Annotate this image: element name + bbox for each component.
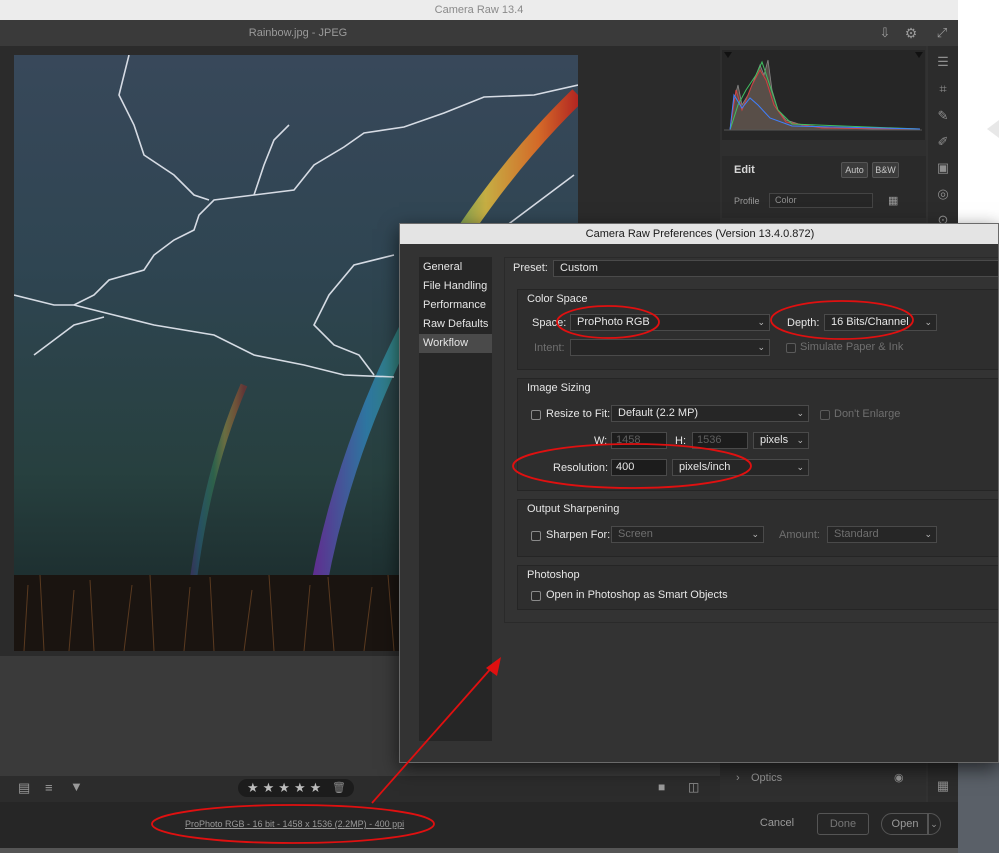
export-icon[interactable]: ⇩: [877, 25, 893, 41]
dont-enlarge-label: Don't Enlarge: [834, 408, 901, 420]
cancel-button[interactable]: Cancel: [754, 813, 800, 835]
amount-label: Amount:: [779, 529, 820, 541]
resolution-label: Resolution:: [553, 462, 609, 474]
intent-label: Intent:: [534, 342, 565, 354]
heal-icon[interactable]: ✎: [935, 108, 951, 124]
workflow-options-link[interactable]: ProPhoto RGB - 16 bit - 1458 x 1536 (2.2…: [185, 819, 404, 829]
resize-to-fit-checkbox[interactable]: [531, 410, 541, 420]
nav-item-workflow[interactable]: Workflow: [419, 334, 492, 353]
preset-select[interactable]: Custom: [553, 260, 998, 277]
resolution-input[interactable]: 400: [611, 459, 667, 476]
filmstrip: [0, 848, 958, 853]
preset-label: Preset:: [513, 262, 548, 274]
filmstrip-icon[interactable]: ▤: [18, 780, 30, 796]
output-sharpening-title: Output Sharpening: [527, 503, 620, 515]
single-view-icon[interactable]: ■: [658, 780, 665, 794]
output-sharpening-group: Output Sharpening Sharpen For: Screen ⌄ A…: [517, 499, 998, 557]
chevron-right-icon: ›: [736, 772, 740, 784]
nav-item-performance[interactable]: Performance: [419, 296, 492, 315]
optics-section[interactable]: › Optics ◉: [722, 768, 926, 790]
photoshop-title: Photoshop: [527, 569, 580, 581]
sort-icon[interactable]: ≡: [45, 780, 53, 795]
preferences-dialog: Camera Raw Preferences (Version 13.4.0.8…: [399, 223, 999, 763]
grid-view-icon[interactable]: ▦: [935, 778, 951, 794]
bottom-toolbar: ▤ ≡ ▼ ■ ◫: [0, 776, 720, 802]
smart-objects-checkbox[interactable]: [531, 591, 541, 601]
resize-label: Resize to Fit:: [546, 408, 611, 420]
color-space-title: Color Space: [527, 293, 588, 305]
amount-select[interactable]: Standard ⌄: [827, 526, 937, 543]
intent-select[interactable]: ⌄: [570, 339, 770, 356]
simulate-paper-label: Simulate Paper & Ink: [800, 341, 904, 353]
space-select[interactable]: ProPhoto RGB ⌄: [570, 314, 770, 331]
photoshop-group: Photoshop Open in Photoshop as Smart Obj…: [517, 565, 998, 610]
width-label: W:: [594, 435, 608, 447]
pointer-arrow-icon: [987, 120, 999, 138]
sharpen-for-checkbox[interactable]: [531, 531, 541, 541]
document-title: Rainbow.jpg - JPEG: [248, 27, 348, 39]
histogram: [722, 50, 925, 140]
rating-stars[interactable]: ★★★★★ 🗑: [238, 779, 354, 797]
background-thumbnail: [958, 760, 999, 853]
sliders-icon[interactable]: ☰: [935, 54, 951, 70]
radial-icon[interactable]: ◎: [935, 186, 951, 202]
size-units-select[interactable]: pixels ⌄: [753, 432, 809, 449]
brush-icon[interactable]: ✐: [935, 134, 951, 150]
nav-item-raw-defaults[interactable]: Raw Defaults: [419, 315, 492, 334]
height-input[interactable]: 1536: [692, 432, 748, 449]
color-space-group: Color Space Space: ProPhoto RGB ⌄ Depth: …: [517, 289, 998, 370]
optics-label: Optics: [751, 772, 783, 784]
bw-button[interactable]: B&W: [872, 162, 899, 178]
compare-icon[interactable]: ◫: [688, 780, 699, 794]
smart-objects-label: Open in Photoshop as Smart Objects: [546, 589, 728, 601]
eye-icon[interactable]: ◉: [894, 771, 904, 784]
trash-icon[interactable]: 🗑: [332, 779, 346, 797]
image-sizing-group: Image Sizing Resize to Fit: Default (2.2…: [517, 378, 998, 491]
nav-item-general[interactable]: General: [419, 258, 492, 277]
expand-icon[interactable]: ⤢: [934, 25, 950, 41]
dont-enlarge-checkbox[interactable]: [820, 410, 830, 420]
edit-section: Edit Auto B&W Profile Color ▦: [722, 156, 926, 218]
document-bar: Rainbow.jpg - JPEG ⇩ ⚙ ⤢: [0, 20, 958, 46]
depth-select[interactable]: 16 Bits/Channel ⌄: [824, 314, 937, 331]
depth-label: Depth:: [787, 317, 820, 329]
profile-select[interactable]: Color: [769, 193, 873, 208]
open-button[interactable]: Open: [881, 813, 929, 835]
preferences-title: Camera Raw Preferences (Version 13.4.0.8…: [400, 224, 998, 244]
edit-title: Edit: [734, 164, 755, 176]
grid-icon[interactable]: ▦: [888, 194, 902, 208]
preferences-nav: General File Handling Performance Raw De…: [419, 257, 492, 741]
crop-icon[interactable]: ⌗: [935, 81, 951, 97]
image-sizing-title: Image Sizing: [527, 382, 591, 394]
workflow-panel: Preset: Custom Color Space Space: ProPho…: [504, 257, 998, 623]
window-title: Camera Raw 13.4: [0, 0, 958, 20]
nav-item-file-handling[interactable]: File Handling: [419, 277, 492, 296]
height-label: H:: [675, 435, 686, 447]
gradient-icon[interactable]: ▣: [935, 160, 951, 176]
resize-select[interactable]: Default (2.2 MP) ⌄: [611, 405, 809, 422]
sharpen-for-label: Sharpen For:: [546, 529, 611, 541]
footer: [0, 802, 958, 848]
simulate-paper-checkbox[interactable]: [786, 343, 796, 353]
filter-icon[interactable]: ▼: [70, 779, 83, 794]
auto-button[interactable]: Auto: [841, 162, 868, 178]
done-button[interactable]: Done: [817, 813, 869, 835]
space-label: Space:: [532, 317, 567, 329]
width-input[interactable]: 1458: [611, 432, 667, 449]
resolution-units-select[interactable]: pixels/inch ⌄: [672, 459, 809, 476]
gear-icon[interactable]: ⚙: [903, 25, 919, 41]
profile-label: Profile: [734, 196, 760, 206]
sharpen-for-select[interactable]: Screen ⌄: [611, 526, 764, 543]
